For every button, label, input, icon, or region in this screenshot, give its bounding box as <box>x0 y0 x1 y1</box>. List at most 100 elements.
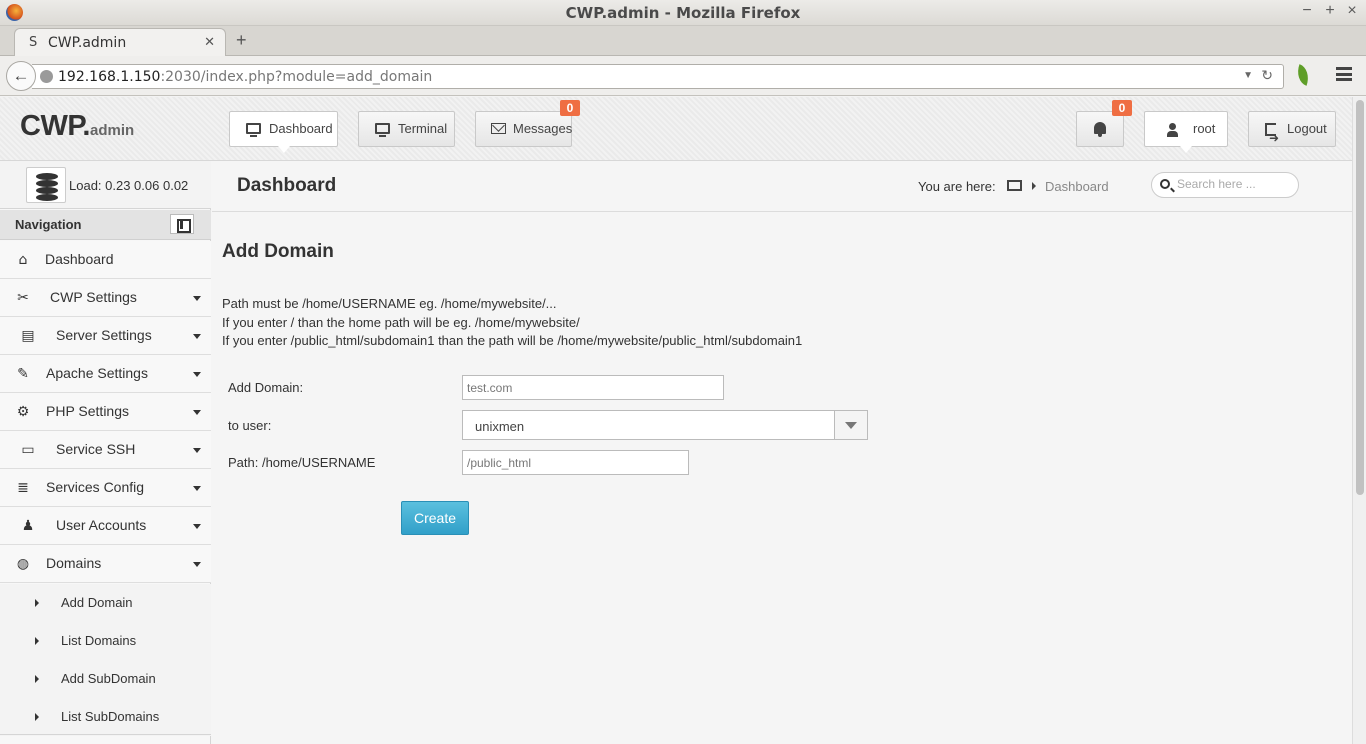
mail-icon <box>491 123 506 134</box>
notifications-button[interactable]: 0 <box>1076 100 1132 147</box>
path-input[interactable] <box>462 450 689 475</box>
chevron-right-icon <box>35 637 39 645</box>
sidebar-item-domains[interactable]: ◍ Domains <box>0 545 211 583</box>
sidebar-item-cwp-settings[interactable]: ✂ CWP Settings <box>0 279 211 317</box>
sidebar-divider <box>0 734 211 735</box>
logout-icon <box>1265 121 1279 155</box>
navigation-header: Navigation <box>0 210 211 240</box>
sidebar-item-user-accounts[interactable]: ♟ User Accounts <box>0 507 211 545</box>
user-icon <box>1167 123 1178 137</box>
notifications-count-badge: 0 <box>1112 100 1132 116</box>
sidebar-toggle-icon[interactable] <box>170 214 194 234</box>
user-select-value: unixmen <box>475 419 525 434</box>
window-titlebar: CWP.admin - Mozilla Firefox − + × <box>0 0 1366 26</box>
tab-title: CWP.admin <box>48 35 127 51</box>
addon-leaf-icon[interactable] <box>1293 64 1313 86</box>
sidebar-item-dashboard[interactable]: ⌂ Dashboard <box>0 241 211 279</box>
sidebar-item-service-ssh[interactable]: ▭ Service SSH <box>0 431 211 469</box>
sidebar-item-label: CWP Settings <box>50 289 137 305</box>
bell-icon <box>1094 122 1106 137</box>
cwp-logo[interactable]: CWP.admin <box>20 110 134 143</box>
user-select[interactable]: unixmen <box>462 410 868 440</box>
monitor-icon <box>246 123 261 137</box>
chevron-down-icon <box>193 562 201 567</box>
tab-cwp-admin[interactable]: S CWP.admin ✕ <box>14 28 226 56</box>
sidebar-item-apache-settings[interactable]: ✎ Apache Settings <box>0 355 211 393</box>
url-bar[interactable]: 192.168.1.150:2030/index.php?module=add_… <box>32 64 1284 89</box>
back-button[interactable]: ← <box>6 61 36 91</box>
sidebar-item-label: User Accounts <box>56 517 147 533</box>
tab-favicon: S <box>29 35 38 50</box>
app-header: CWP.admin Dashboard Terminal Messages 0 … <box>0 97 1352 161</box>
create-button[interactable]: Create <box>401 501 469 535</box>
chevron-right-icon <box>35 713 39 721</box>
home-icon: ⌂ <box>18 252 28 268</box>
user-label: to user: <box>228 418 272 433</box>
breadcrumb-home-icon[interactable] <box>1007 180 1022 191</box>
terminal-button[interactable]: Terminal <box>358 111 455 147</box>
new-tab-button[interactable]: + <box>236 30 247 51</box>
domain-label: Add Domain: <box>228 380 304 395</box>
logout-button[interactable]: Logout <box>1248 111 1336 155</box>
url-text: 192.168.1.150:2030/index.php?module=add_… <box>58 69 433 85</box>
url-history-dropdown-icon[interactable]: ▼ <box>1243 70 1253 81</box>
terminal-button-label: Terminal <box>398 121 448 136</box>
sidebar-item-label: Services Config <box>46 479 145 495</box>
sidebar-subitem-list-domains[interactable]: List Domains <box>0 622 211 660</box>
scrollbar-thumb[interactable] <box>1356 100 1364 495</box>
sidebar-subitem-label: Add SubDomain <box>61 671 156 686</box>
hamburger-menu-icon[interactable] <box>1336 67 1352 81</box>
breadcrumb-separator-icon <box>1032 182 1036 190</box>
domain-input[interactable] <box>462 375 724 400</box>
chevron-down-icon <box>193 524 201 529</box>
breadcrumb-current[interactable]: Dashboard <box>1045 179 1109 194</box>
chevron-down-icon <box>193 334 201 339</box>
sidebar: Load: 0.23 0.06 0.02 Navigation ⌂ Dashbo… <box>0 161 211 744</box>
server-load-text: Load: 0.23 0.06 0.02 <box>69 178 189 193</box>
messages-button[interactable]: Messages 0 <box>475 100 580 147</box>
main-content: Add Domain Path must be /home/USERNAME e… <box>212 213 1352 744</box>
help-note: If you enter /public_html/subdomain1 tha… <box>222 333 803 348</box>
stack-icon: ≣ <box>17 480 29 496</box>
site-identity-icon[interactable] <box>40 70 53 83</box>
gear-icon: ⚙ <box>16 404 30 420</box>
search-icon[interactable] <box>1160 179 1170 189</box>
terminal-icon <box>375 123 390 137</box>
user-menu-button[interactable]: root <box>1144 111 1228 153</box>
chevron-down-icon[interactable] <box>834 411 867 439</box>
maximize-button[interactable]: + <box>1321 2 1339 20</box>
sidebar-item-label: Apache Settings <box>46 365 148 381</box>
close-window-button[interactable]: × <box>1343 2 1361 20</box>
globe-icon: ◍ <box>16 556 30 572</box>
sidebar-item-services-config[interactable]: ≣ Services Config <box>0 469 211 507</box>
reload-icon[interactable]: ↻ <box>1261 67 1273 84</box>
sidebar-item-label: Domains <box>46 555 102 571</box>
page-scrollbar[interactable] <box>1352 97 1366 744</box>
chevron-down-icon <box>193 448 201 453</box>
sidebar-item-label: Server Settings <box>56 327 152 343</box>
sidebar-item-php-settings[interactable]: ⚙ PHP Settings <box>0 393 211 431</box>
sidebar-subitem-add-subdomain[interactable]: Add SubDomain <box>0 660 211 698</box>
form-title: Add Domain <box>222 241 334 262</box>
breadcrumb-bar: Dashboard You are here: Dashboard <box>212 161 1352 212</box>
sidebar-item-label: Dashboard <box>45 251 114 267</box>
sidebar-subitem-add-domain[interactable]: Add Domain <box>0 584 211 622</box>
browser-navbar: 192.168.1.150:2030/index.php?module=add_… <box>0 56 1366 96</box>
tab-close-icon[interactable]: ✕ <box>204 34 215 50</box>
dashboard-button-label: Dashboard <box>269 121 333 136</box>
chevron-down-icon <box>193 372 201 377</box>
breadcrumb-prefix: You are here: <box>918 179 996 194</box>
database-icon[interactable] <box>26 167 66 203</box>
chevron-down-icon <box>193 296 201 301</box>
logout-button-label: Logout <box>1287 121 1327 136</box>
messages-count-badge: 0 <box>560 100 580 116</box>
search-input[interactable] <box>1177 177 1292 191</box>
dashboard-button[interactable]: Dashboard <box>229 111 338 153</box>
sidebar-item-server-settings[interactable]: ▤ Server Settings <box>0 317 211 355</box>
minimize-button[interactable]: − <box>1298 2 1316 20</box>
tools-icon: ✂ <box>17 290 29 306</box>
search-box[interactable] <box>1151 172 1299 198</box>
monitor-icon: ▭ <box>21 442 35 458</box>
sidebar-item-label: Service SSH <box>56 441 136 457</box>
sidebar-subitem-list-subdomains[interactable]: List SubDomains <box>0 698 211 736</box>
